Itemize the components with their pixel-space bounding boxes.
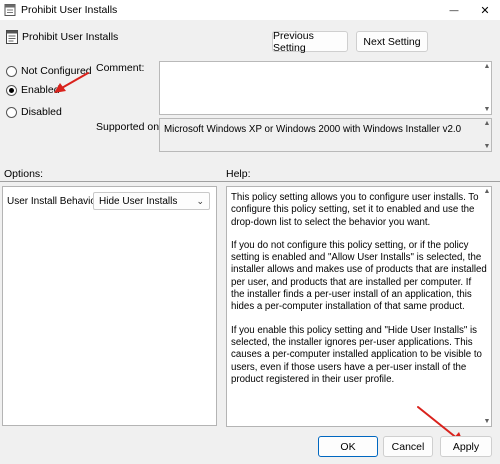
policy-title: Prohibit User Installs bbox=[22, 31, 119, 43]
window-title: Prohibit User Installs bbox=[21, 4, 118, 16]
scroll-down-icon[interactable]: ▼ bbox=[484, 143, 491, 150]
help-scrollbar[interactable]: ▲ ▼ bbox=[483, 188, 491, 425]
radio-disabled-label: Disabled bbox=[21, 106, 62, 118]
radio-disabled[interactable]: Disabled bbox=[6, 106, 62, 118]
user-install-behavior-label: User Install Behavior: bbox=[7, 196, 103, 207]
previous-setting-button[interactable]: Previous Setting bbox=[272, 29, 348, 54]
radio-not-configured-indicator[interactable] bbox=[6, 65, 17, 77]
help-paragraph: If you enable this policy setting and "H… bbox=[231, 324, 482, 385]
help-paragraph: This policy setting allows you to config… bbox=[231, 192, 479, 228]
user-install-behavior-dropdown[interactable]: Hide User Installs ⌄ bbox=[93, 192, 210, 210]
cancel-button[interactable]: Cancel bbox=[383, 436, 433, 457]
help-paragraph: If you do not configure this policy sett… bbox=[231, 239, 487, 313]
next-setting-button[interactable]: Next Setting bbox=[356, 31, 428, 52]
ok-label: OK bbox=[340, 440, 356, 453]
help-panel: This policy setting allows you to config… bbox=[226, 186, 492, 427]
supported-on-field: Microsoft Windows XP or Windows 2000 wit… bbox=[159, 118, 492, 152]
comment-scrollbar[interactable]: ▲ ▼ bbox=[483, 63, 491, 113]
comment-label: Comment: bbox=[96, 62, 145, 74]
scroll-up-icon[interactable]: ▲ bbox=[484, 188, 491, 195]
scroll-up-icon[interactable]: ▲ bbox=[484, 63, 491, 70]
options-label: Options: bbox=[4, 168, 44, 180]
options-panel bbox=[2, 186, 217, 426]
annotation-arrow-enabled-icon bbox=[54, 72, 89, 93]
close-icon: ✕ bbox=[480, 4, 490, 17]
policy-icon bbox=[4, 4, 16, 16]
radio-disabled-indicator[interactable] bbox=[6, 106, 17, 118]
supported-on-label: Supported on: bbox=[96, 121, 162, 133]
supported-on-scrollbar[interactable]: ▲ ▼ bbox=[483, 120, 491, 150]
policy-setting-icon bbox=[6, 30, 18, 44]
radio-enabled-indicator[interactable] bbox=[6, 84, 17, 96]
cancel-label: Cancel bbox=[391, 440, 425, 453]
scroll-down-icon[interactable]: ▼ bbox=[484, 418, 491, 425]
scroll-down-icon[interactable]: ▼ bbox=[484, 106, 491, 113]
minimize-icon: — bbox=[449, 5, 459, 15]
supported-on-value: Microsoft Windows XP or Windows 2000 wit… bbox=[164, 124, 462, 135]
chevron-down-icon: ⌄ bbox=[196, 195, 204, 206]
previous-setting-label: Previous Setting bbox=[273, 29, 314, 54]
user-install-behavior-value: Hide User Installs bbox=[99, 195, 178, 207]
section-divider bbox=[0, 181, 500, 182]
help-label: Help: bbox=[226, 168, 251, 180]
apply-label: Apply bbox=[452, 440, 480, 453]
next-setting-label: Next Setting bbox=[363, 35, 421, 48]
scroll-up-icon[interactable]: ▲ bbox=[484, 120, 491, 127]
comment-textarea[interactable] bbox=[159, 61, 492, 115]
minimize-button[interactable]: — bbox=[440, 0, 468, 20]
close-button[interactable]: ✕ bbox=[471, 0, 499, 20]
apply-button[interactable]: Apply bbox=[440, 436, 492, 457]
ok-button[interactable]: OK bbox=[318, 436, 378, 457]
